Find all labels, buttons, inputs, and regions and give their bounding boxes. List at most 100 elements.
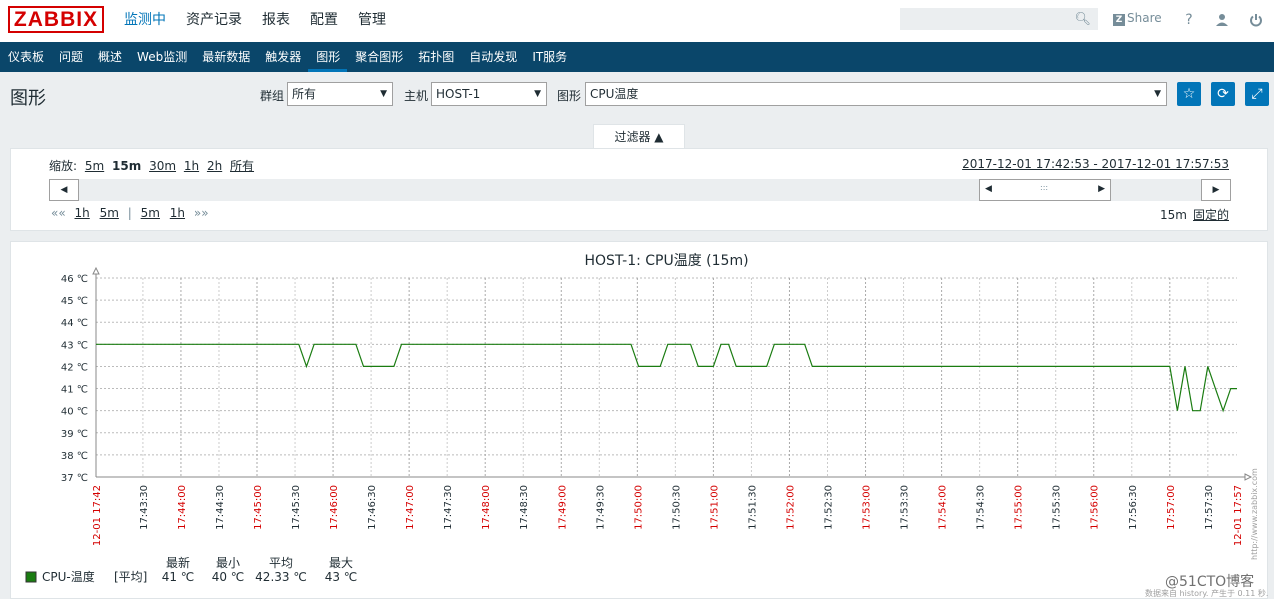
chevron-down-icon: ▼ xyxy=(1154,89,1161,99)
zoom-30m[interactable]: 30m xyxy=(149,159,176,173)
subnav-overview[interactable]: 概述 xyxy=(90,42,129,72)
legend-value: 41 ℃ xyxy=(162,570,195,584)
x-start-label: 12-01 17:42 xyxy=(92,485,103,546)
legend-header: 最大 xyxy=(329,556,353,570)
legend-value: 40 ℃ xyxy=(212,570,245,584)
watermark: @51CTO博客 xyxy=(1165,574,1255,590)
legend-value: 43 ℃ xyxy=(325,570,358,584)
x-tick-label: 17:54:30 xyxy=(976,485,987,530)
subnav-latest-data[interactable]: 最新数据 xyxy=(194,42,257,72)
x-tick-label: 17:48:00 xyxy=(481,485,492,530)
refresh-button[interactable]: ⟳ xyxy=(1211,82,1235,106)
chevron-down-icon: ▼ xyxy=(380,89,387,99)
zoom-all[interactable]: 所有 xyxy=(230,159,254,173)
power-icon[interactable] xyxy=(1245,9,1267,31)
help-icon[interactable]: ? xyxy=(1178,9,1200,31)
group-label: 群组 xyxy=(260,89,285,103)
y-tick-label: 45 ℃ xyxy=(61,296,88,307)
graph-panel: HOST-1: CPU温度 (15m) 37 ℃ 38 ℃ 39 ℃ 40 ℃ 41 ℃ 4… xyxy=(10,241,1268,599)
x-tick-label: 17:45:00 xyxy=(253,485,264,530)
nav-reports[interactable]: 报表 xyxy=(252,0,300,42)
x-tick-label: 17:55:30 xyxy=(1052,485,1063,530)
x-tick-label: 17:43:30 xyxy=(139,485,150,530)
y-tick-label: 46 ℃ xyxy=(61,274,88,285)
nav-configuration[interactable]: 配置 xyxy=(300,0,348,42)
legend-header: 平均 xyxy=(269,556,293,570)
legend-swatch xyxy=(25,571,37,583)
subnav-problems[interactable]: 问题 xyxy=(51,42,90,72)
favorite-button[interactable]: ☆ xyxy=(1177,82,1201,106)
main-nav: 监测中 资产记录 报表 配置 管理 xyxy=(114,0,396,42)
x-tick-label: 17:56:30 xyxy=(1128,485,1139,530)
zoom-2h[interactable]: 2h xyxy=(207,159,222,173)
y-tick-label: 38 ℃ xyxy=(61,451,88,462)
y-axis-arrow xyxy=(92,266,100,275)
search-icon[interactable]: 🔍︎ xyxy=(1074,12,1091,27)
subnav-discovery[interactable]: 自动发现 xyxy=(461,42,524,72)
y-tick-label: 44 ℃ xyxy=(61,318,88,329)
scroll-right-button[interactable]: ▶ xyxy=(1201,179,1231,201)
thumb-right-icon[interactable]: ▶ xyxy=(1098,184,1105,194)
y-tick-label: 41 ℃ xyxy=(61,385,88,396)
forward-1h-link[interactable]: 1h xyxy=(170,206,185,220)
nav-administration[interactable]: 管理 xyxy=(348,0,396,42)
x-tick-label: 17:46:30 xyxy=(367,485,378,530)
forward-5m-link[interactable]: 5m xyxy=(141,206,160,220)
search-input[interactable]: 🔍︎ xyxy=(900,8,1098,30)
subnav-it-services[interactable]: IT服务 xyxy=(524,42,574,72)
subnav-maps[interactable]: 拓扑图 xyxy=(410,42,461,72)
top-header: ZABBIX 监测中 资产记录 报表 配置 管理 🔍︎ Z Share ? xyxy=(0,0,1274,42)
subnav-dashboard[interactable]: 仪表板 xyxy=(0,42,51,72)
x-tick-label: 17:53:30 xyxy=(900,485,911,530)
legend-name: CPU-温度 xyxy=(42,569,95,584)
chart-title: HOST-1: CPU温度 (15m) xyxy=(584,253,748,269)
group-select[interactable]: 所有 ▼ xyxy=(287,82,393,106)
x-tick-label: 17:50:30 xyxy=(671,485,682,530)
subnav-web[interactable]: Web监测 xyxy=(129,42,194,72)
zoom-5m[interactable]: 5m xyxy=(85,159,104,173)
subnav-triggers[interactable]: 触发器 xyxy=(257,42,308,72)
subnav-graphs[interactable]: 图形 xyxy=(308,42,347,72)
x-tick-label: 17:44:00 xyxy=(177,485,188,530)
sub-nav: 仪表板 问题 概述 Web监测 最新数据 触发器 图形 聚合图形 拓扑图 自动发… xyxy=(0,42,1274,72)
x-tick-label: 17:52:00 xyxy=(785,485,796,530)
zoom-15m[interactable]: 15m xyxy=(112,159,141,173)
graph-select[interactable]: CPU温度 ▼ xyxy=(585,82,1167,106)
cpu-temperature-chart[interactable]: HOST-1: CPU温度 (15m) 37 ℃ 38 ℃ 39 ℃ 40 ℃ 41 ℃ 4… xyxy=(11,242,1267,598)
share-button[interactable]: Z Share xyxy=(1113,11,1162,26)
period-range[interactable]: 2017-12-01 17:42:53 - 2017-12-01 17:57:5… xyxy=(962,157,1229,171)
filter-tab[interactable]: 过滤器 ▲ xyxy=(593,124,685,149)
scroll-thumb[interactable]: ◀ ::: ▶ xyxy=(979,179,1111,201)
user-icon[interactable] xyxy=(1211,9,1233,31)
nav-inventory[interactable]: 资产记录 xyxy=(176,0,252,42)
y-tick-label: 37 ℃ xyxy=(61,473,88,484)
time-nav-links: «« 1h 5m | 5m 1h »» xyxy=(51,206,209,220)
host-select[interactable]: HOST-1 ▼ xyxy=(431,82,547,106)
thumb-left-icon[interactable]: ◀ xyxy=(985,184,992,194)
x-tick-label: 17:52:30 xyxy=(824,485,835,530)
nav-monitoring[interactable]: 监测中 xyxy=(114,0,176,42)
x-tick-label: 17:44:30 xyxy=(215,485,226,530)
scroll-left-button[interactable]: ◀ xyxy=(49,179,79,201)
legend-header: 最小 xyxy=(216,556,240,570)
fullscreen-button[interactable]: ⤢ xyxy=(1245,82,1269,106)
x-tick-label: 17:49:30 xyxy=(595,485,606,530)
host-label: 主机 xyxy=(404,89,429,103)
fixed-toggle[interactable]: 固定的 xyxy=(1193,208,1229,222)
fixed-period: 15m 固定的 xyxy=(1160,208,1229,222)
back-5m-link[interactable]: 5m xyxy=(100,206,119,220)
x-tick-label: 17:57:30 xyxy=(1204,485,1215,530)
x-tick-label: 17:54:00 xyxy=(938,485,949,530)
x-tick-label: 17:49:00 xyxy=(557,485,568,530)
x-tick-label: 17:48:30 xyxy=(519,485,530,530)
y-tick-label: 42 ℃ xyxy=(61,362,88,373)
zoom-1h[interactable]: 1h xyxy=(184,159,199,173)
y-tick-label: 39 ℃ xyxy=(61,429,88,440)
series-line-cpu-temperature xyxy=(96,343,1237,413)
back-1h-link[interactable]: 1h xyxy=(75,206,90,220)
zabbix-logo[interactable]: ZABBIX xyxy=(8,6,104,33)
subnav-screens[interactable]: 聚合图形 xyxy=(347,42,410,72)
x-tick-label: 17:51:00 xyxy=(709,485,720,530)
time-panel: 缩放: 5m 15m 30m 1h 2h 所有 2017-12-01 17:42… xyxy=(10,148,1268,231)
x-tick-label: 17:53:00 xyxy=(862,485,873,530)
